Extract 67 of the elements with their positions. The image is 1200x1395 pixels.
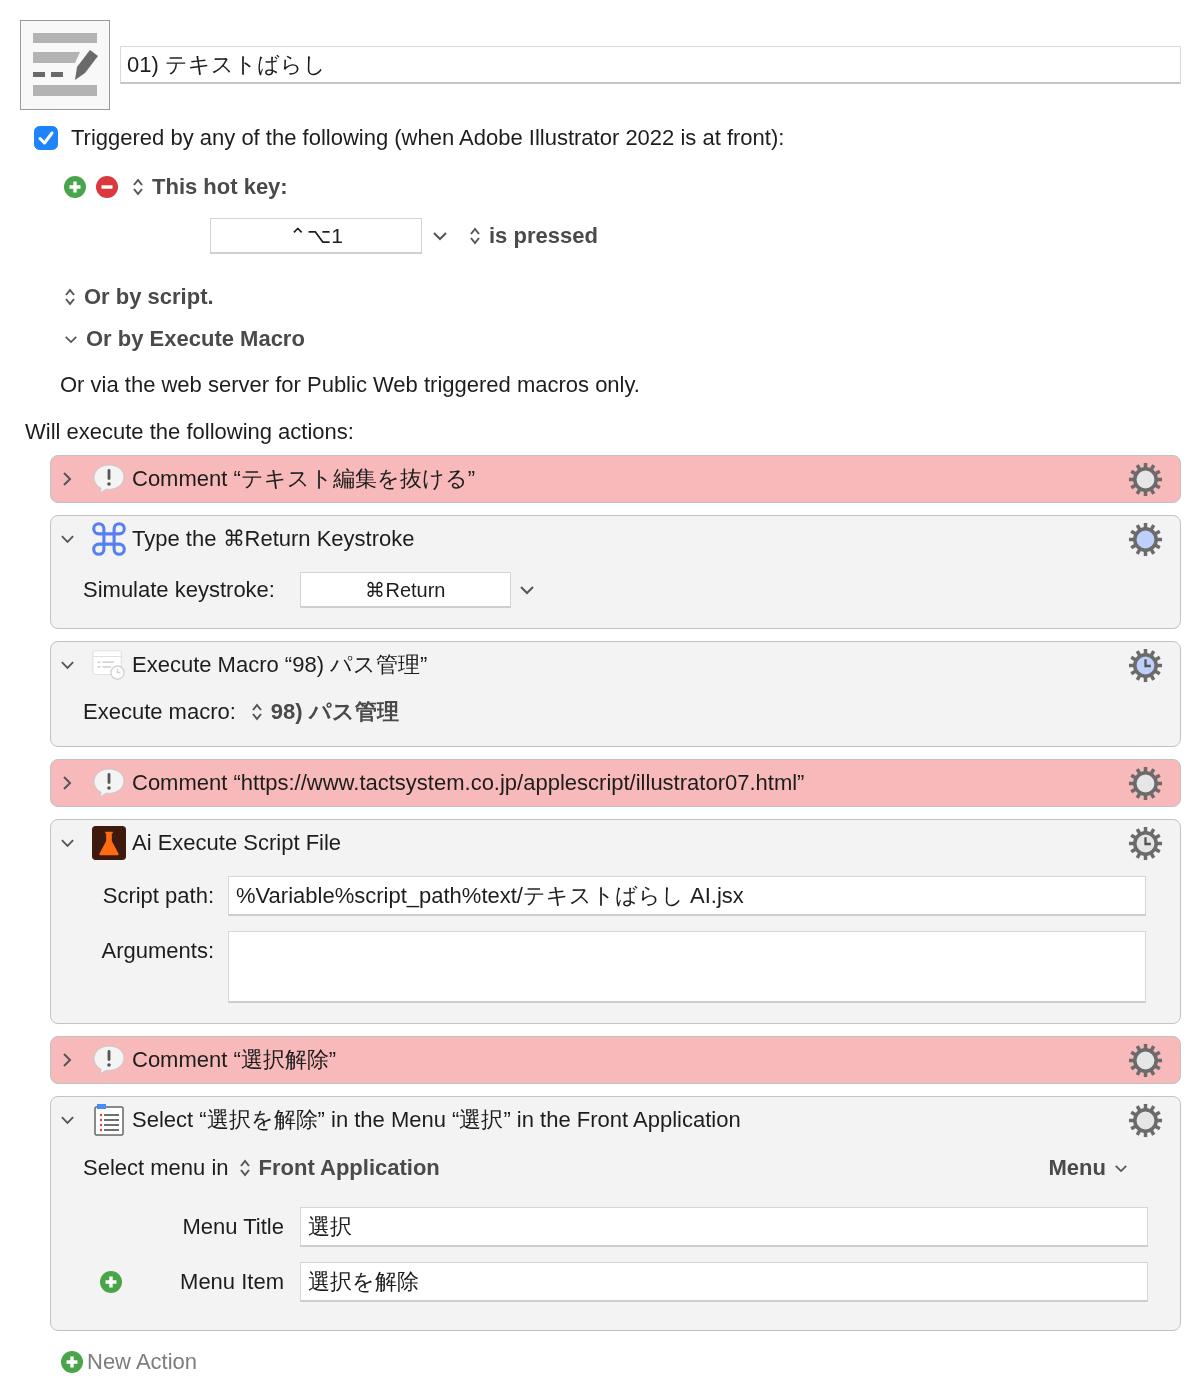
script-trigger-popup[interactable]: Or by script. [64,283,214,311]
gear-icon[interactable] [1128,521,1163,557]
list-document-icon [92,1103,126,1137]
exclamation-bubble-icon [92,1043,126,1077]
chevron-down-icon[interactable] [60,838,75,848]
gear-icon[interactable] [1128,461,1163,497]
trigger-type-popup[interactable]: This hot key: [132,173,288,201]
action-title: Execute Macro “98) パス管理” [132,651,429,679]
field-label: Menu Title [181,1214,284,1240]
chevron-down-icon[interactable] [432,231,448,241]
gear-clock-icon[interactable] [1128,647,1163,683]
text-field[interactable]: 選択を解除 [300,1262,1148,1302]
macro-popup[interactable]: 98) パス管理 [250,698,399,726]
text-field[interactable]: %Variable%script_path%text/テキストばらし AI.jsx [228,876,1146,916]
flask-icon [92,826,126,860]
plus-circle-icon[interactable] [100,1271,122,1293]
macro-name-field[interactable]: 01) テキストばらし [120,46,1181,84]
field-label: Arguments: [100,937,214,965]
chevron-right-icon[interactable] [62,775,72,791]
keystroke-field[interactable]: ⌘Return [299,572,511,608]
command-key-icon [92,522,126,556]
gear-icon[interactable] [1128,1102,1163,1138]
plus-circle-icon [61,1351,83,1373]
action-title: Type the ⌘Return Keystroke [132,525,416,553]
gear-icon[interactable] [1128,765,1163,801]
action-title: Comment “選択解除” [132,1046,338,1074]
plus-circle-icon[interactable] [64,176,86,198]
action-title: Comment “https://www.tactsystem.co.jp/applescript/illustrator07.html” [132,769,806,797]
exclamation-bubble-icon [92,462,126,496]
arguments-field[interactable] [228,931,1146,1003]
chevron-right-icon[interactable] [62,471,72,487]
window-clock-icon [92,648,126,682]
chevron-down-icon [1114,1163,1128,1173]
trigger-checkbox[interactable] [34,126,58,150]
field-label: Menu Item [179,1269,284,1295]
document-pencil-icon [20,20,110,110]
field-label: Select menu in [83,1155,229,1181]
action-title: Comment “テキスト編集を抜ける” [132,465,477,493]
gear-clock-icon[interactable] [1128,825,1163,861]
new-action-button[interactable]: New Action [61,1348,198,1376]
target-popup[interactable]: Front Application [238,1154,440,1182]
up-down-chevron-icon [238,1158,251,1178]
action-title: Select “選択を解除” in the Menu “選択” in the Front Application [132,1106,742,1134]
field-label: Simulate keystroke: [83,577,275,603]
actions-heading: Will execute the following actions: [25,419,354,445]
gear-icon[interactable] [1128,1042,1163,1078]
up-down-chevron-icon [132,177,144,197]
up-down-chevron-icon [64,287,76,307]
chevron-right-icon[interactable] [62,1052,72,1068]
up-down-chevron-icon [469,226,481,246]
menu-popup[interactable]: Menu [1048,1154,1128,1182]
chevron-down-icon[interactable] [60,660,75,670]
chevron-down-icon[interactable] [518,585,535,595]
text-field[interactable]: 選択 [300,1207,1148,1247]
trigger-label: Triggered by any of the following (when Adobe Illustrator 2022 is at front): [71,125,785,151]
chevron-down-icon[interactable] [60,534,75,544]
up-down-chevron-icon [250,702,263,722]
field-label: Execute macro: [83,699,236,725]
execute-macro-disclosure[interactable]: Or by Execute Macro [64,325,305,353]
chevron-down-icon[interactable] [60,1115,75,1125]
minus-circle-icon[interactable] [96,176,118,198]
web-server-note: Or via the web server for Public Web triggered macros only. [60,372,640,398]
action-title: Ai Execute Script File [132,829,343,857]
exclamation-bubble-icon [92,766,126,800]
hot-key-field[interactable]: ⌃⌥1 [210,218,422,254]
key-condition-popup[interactable]: is pressed [469,222,598,250]
field-label: Script path: [101,882,214,910]
